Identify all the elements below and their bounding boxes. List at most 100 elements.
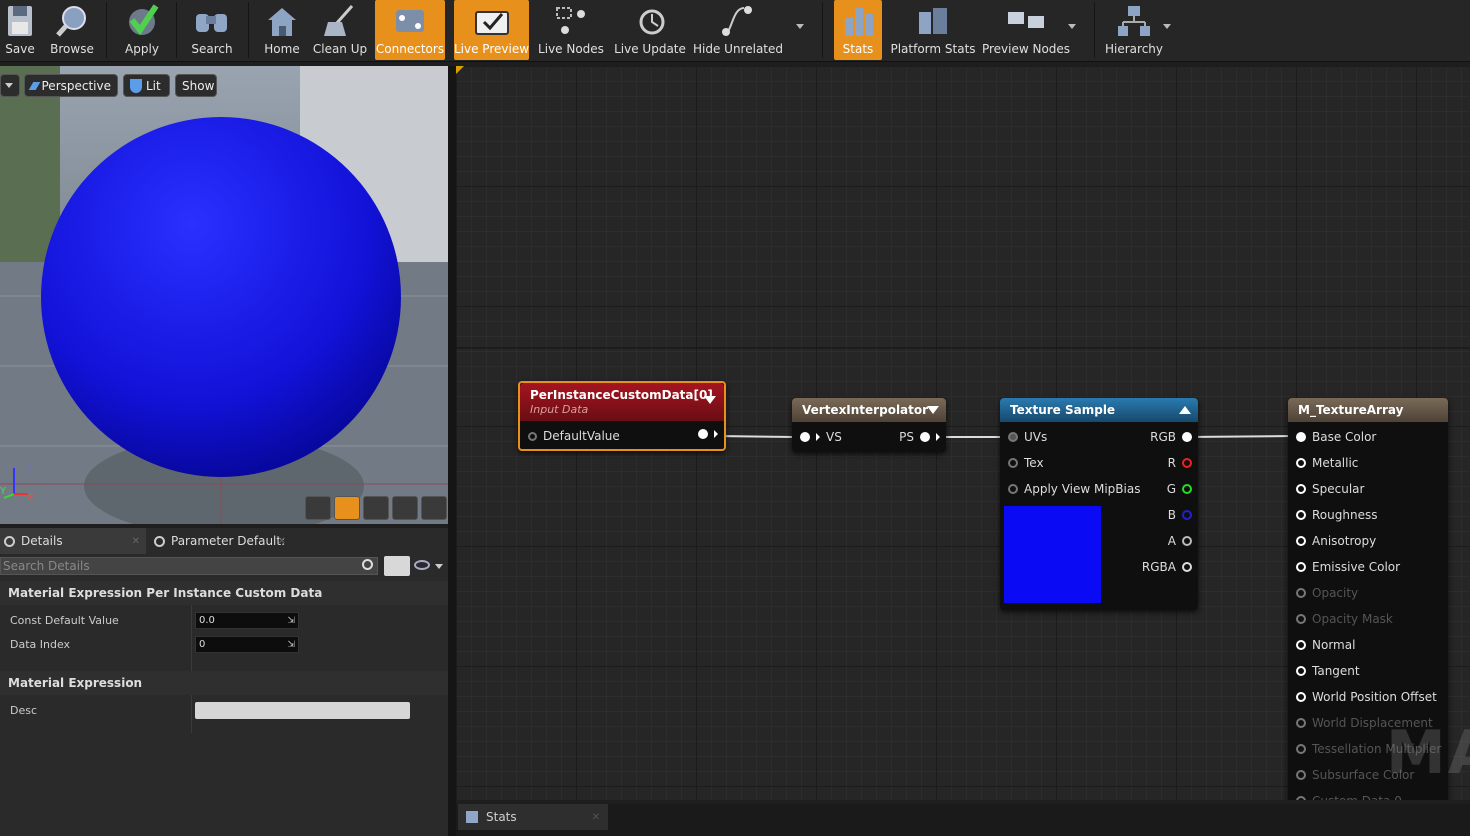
live-nodes-button[interactable]: Live Nodes bbox=[538, 0, 604, 60]
sphere-preview-icon[interactable] bbox=[334, 496, 360, 520]
pin-default-value-in[interactable]: DefaultValue bbox=[528, 429, 620, 443]
pin-uvs-in[interactable]: UVs bbox=[1008, 430, 1047, 444]
pin-default-value-out[interactable] bbox=[698, 429, 718, 439]
panel-splitter[interactable] bbox=[448, 66, 456, 836]
pin-circle-icon bbox=[1182, 484, 1192, 494]
collapse-arrow-icon[interactable] bbox=[1179, 406, 1191, 414]
cylinder-preview-icon[interactable] bbox=[305, 496, 331, 520]
close-icon[interactable]: ✕ bbox=[278, 536, 286, 547]
preview-nodes-button[interactable]: Preview Nodes bbox=[982, 0, 1070, 60]
chevron-down-icon[interactable] bbox=[435, 564, 443, 569]
browse-button[interactable]: Browse bbox=[50, 0, 94, 60]
lit-button[interactable]: Lit bbox=[123, 74, 170, 97]
pin-opacity-mask[interactable]: Opacity Mask bbox=[1296, 612, 1393, 626]
eye-visibility-icon[interactable] bbox=[414, 560, 430, 570]
pin-circle-icon bbox=[1296, 666, 1306, 676]
pin-g-out[interactable]: G bbox=[1167, 482, 1192, 496]
platform-stats-button[interactable]: Platform Stats bbox=[890, 0, 976, 60]
tab-details[interactable]: Details ✕ bbox=[0, 528, 146, 554]
preview-viewport[interactable]: Z Y X Perspective Lit Show bbox=[0, 66, 448, 524]
show-label: Show bbox=[182, 78, 215, 93]
pin-label: Custom Data 0 bbox=[1312, 794, 1402, 800]
hierarchy-dropdown-icon[interactable] bbox=[1163, 24, 1171, 29]
material-graph[interactable]: PerInstanceCustomData[0] Input Data Defa… bbox=[456, 66, 1470, 800]
pin-arrow-icon bbox=[816, 433, 820, 441]
pin-circle-icon bbox=[1296, 796, 1306, 800]
clean-up-button[interactable]: Clean Up bbox=[312, 0, 368, 60]
pin-world-position-offset[interactable]: World Position Offset bbox=[1296, 690, 1437, 704]
search-button[interactable]: Search bbox=[190, 0, 234, 60]
pin-ps-out[interactable]: PS bbox=[899, 430, 940, 444]
property-matrix-icon[interactable] bbox=[384, 556, 410, 576]
pin-tangent[interactable]: Tangent bbox=[1296, 664, 1360, 678]
pin-specular[interactable]: Specular bbox=[1296, 482, 1364, 496]
pin-anisotropy[interactable]: Anisotropy bbox=[1296, 534, 1376, 548]
pin-circle-icon bbox=[1182, 536, 1192, 546]
pin-rgb-out[interactable]: RGB bbox=[1150, 430, 1192, 444]
pin-a-out[interactable]: A bbox=[1168, 534, 1192, 548]
hierarchy-button[interactable]: Hierarchy bbox=[1105, 0, 1164, 60]
collapse-arrow-icon[interactable] bbox=[927, 406, 939, 414]
pin-custom-data-0[interactable]: Custom Data 0 bbox=[1296, 794, 1402, 800]
hierarchy-label: Hierarchy bbox=[1105, 42, 1164, 56]
home-button[interactable]: Home bbox=[262, 0, 302, 60]
pin-rgba-out[interactable]: RGBA bbox=[1142, 560, 1192, 574]
node-per-instance-custom-data[interactable]: PerInstanceCustomData[0] Input Data Defa… bbox=[518, 381, 726, 451]
data-index-field[interactable]: 0 ⇲ bbox=[195, 636, 299, 653]
pin-base-color[interactable]: Base Color bbox=[1296, 430, 1376, 444]
node-texture-sample[interactable]: Texture Sample UVs Tex Apply View MipBia… bbox=[1000, 398, 1198, 610]
pin-label: VS bbox=[826, 430, 842, 444]
stats-button[interactable]: Stats bbox=[834, 0, 882, 60]
chevron-down-icon bbox=[5, 83, 13, 88]
category-material-expression[interactable]: Material Expression bbox=[0, 671, 448, 695]
hide-unrelated-dropdown-icon[interactable] bbox=[796, 24, 804, 29]
checkmark-icon bbox=[129, 4, 159, 36]
node-vertex-interpolator[interactable]: VertexInterpolator VS PS bbox=[792, 398, 946, 452]
close-icon[interactable]: ✕ bbox=[132, 536, 140, 547]
clean-up-label: Clean Up bbox=[312, 42, 368, 56]
hide-unrelated-button[interactable]: Hide Unrelated bbox=[693, 0, 784, 60]
const-default-value-field[interactable]: 0.0 ⇲ bbox=[195, 612, 299, 629]
pin-circle-icon bbox=[1296, 484, 1306, 494]
teapot-preview-icon[interactable] bbox=[421, 496, 447, 520]
live-update-button[interactable]: Live Update bbox=[614, 0, 686, 60]
pin-mipbias-in[interactable]: Apply View MipBias bbox=[1008, 482, 1140, 496]
pin-label: Anisotropy bbox=[1312, 534, 1377, 548]
close-icon[interactable]: ✕ bbox=[592, 812, 600, 823]
live-preview-button[interactable]: Live Preview bbox=[454, 0, 529, 60]
tab-parameter-defaults[interactable]: Parameter Default: ✕ bbox=[150, 528, 290, 554]
tab-stats[interactable]: Stats ✕ bbox=[458, 804, 608, 830]
pin-label: B bbox=[1167, 508, 1176, 522]
hide-unrelated-label: Hide Unrelated bbox=[693, 42, 784, 56]
plane-preview-icon[interactable] bbox=[363, 496, 389, 520]
pin-opacity[interactable]: Opacity bbox=[1296, 586, 1358, 600]
pin-circle-icon bbox=[1296, 614, 1306, 624]
show-button[interactable]: Show bbox=[175, 74, 217, 97]
pin-circle-icon bbox=[1296, 588, 1306, 598]
connectors-button[interactable]: Connectors bbox=[375, 0, 445, 60]
pin-vs-in[interactable]: VS bbox=[800, 430, 842, 444]
pin-normal[interactable]: Normal bbox=[1296, 638, 1355, 652]
pin-roughness[interactable]: Roughness bbox=[1296, 508, 1377, 522]
search-label: Search bbox=[191, 42, 233, 56]
pin-label: World Position Offset bbox=[1312, 690, 1437, 704]
desc-input[interactable] bbox=[195, 702, 410, 719]
pin-metallic[interactable]: Metallic bbox=[1296, 456, 1358, 470]
browse-label: Browse bbox=[50, 42, 94, 56]
stats-label: Stats bbox=[842, 42, 874, 56]
apply-button[interactable]: Apply bbox=[122, 0, 162, 60]
perspective-button[interactable]: Perspective bbox=[24, 74, 118, 97]
pin-tex-in[interactable]: Tex bbox=[1008, 456, 1044, 470]
pin-b-out[interactable]: B bbox=[1168, 508, 1192, 522]
preview-nodes-dropdown-icon[interactable] bbox=[1068, 24, 1076, 29]
toolbar-separator bbox=[106, 2, 107, 58]
category-per-instance-custom-data[interactable]: Material Expression Per Instance Custom … bbox=[0, 581, 448, 605]
collapse-arrow-icon[interactable] bbox=[704, 396, 716, 404]
pin-r-out[interactable]: R bbox=[1168, 456, 1192, 470]
pin-emissive-color[interactable]: Emissive Color bbox=[1296, 560, 1400, 574]
viewport-scene bbox=[0, 66, 448, 524]
search-details-input[interactable]: Search Details bbox=[0, 557, 378, 575]
cube-preview-icon[interactable] bbox=[392, 496, 418, 520]
save-button[interactable]: Save bbox=[2, 0, 38, 60]
viewport-options-dropdown[interactable] bbox=[0, 74, 20, 97]
